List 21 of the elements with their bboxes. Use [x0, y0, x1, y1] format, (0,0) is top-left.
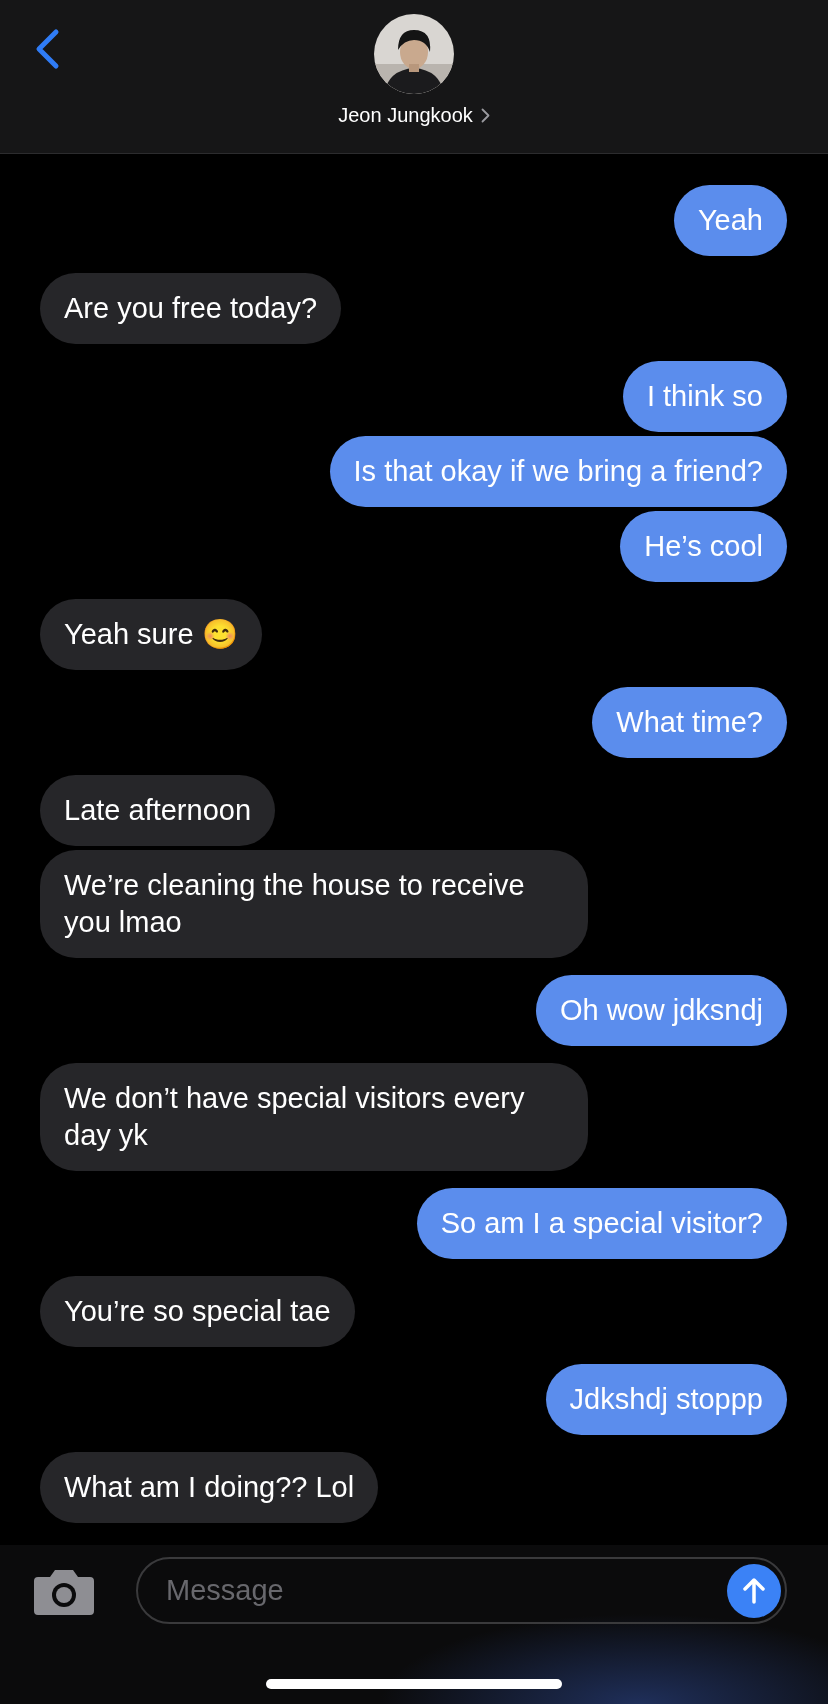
chevron-right-icon	[480, 108, 490, 123]
message-bubble: We’re cleaning the house to receive you lmao	[40, 850, 588, 958]
send-button[interactable]	[727, 1563, 781, 1618]
message-bubble: Are you free today?	[40, 273, 342, 344]
message-bubble: I think so	[622, 361, 787, 432]
message-bubble: You’re so special tae	[40, 1276, 355, 1347]
message-bubble: Yeah sure 😊	[40, 599, 262, 670]
message-bubble: What am I doing?? Lol	[40, 1452, 379, 1523]
message-bubble: We don’t have special visitors every day yk	[40, 1063, 588, 1171]
message-bubble: Oh wow jdksndj	[535, 975, 787, 1046]
message-bubble: So am I a special visitor?	[416, 1188, 787, 1259]
message-bubble: Late afternoon	[40, 775, 276, 846]
message-bubble: Yeah	[673, 185, 787, 256]
contact-name[interactable]: Jeon Jungkook	[338, 104, 473, 127]
message-bubble: He’s cool	[620, 511, 787, 582]
message-bubble: What time?	[592, 687, 787, 758]
message-bubble: Jdkshdj stoppp	[545, 1364, 787, 1435]
back-icon[interactable]	[34, 28, 60, 70]
message-field[interactable]: Message	[136, 1557, 787, 1624]
message-bubble: Is that okay if we bring a friend?	[329, 436, 787, 507]
message-input[interactable]: Message	[164, 1573, 727, 1608]
